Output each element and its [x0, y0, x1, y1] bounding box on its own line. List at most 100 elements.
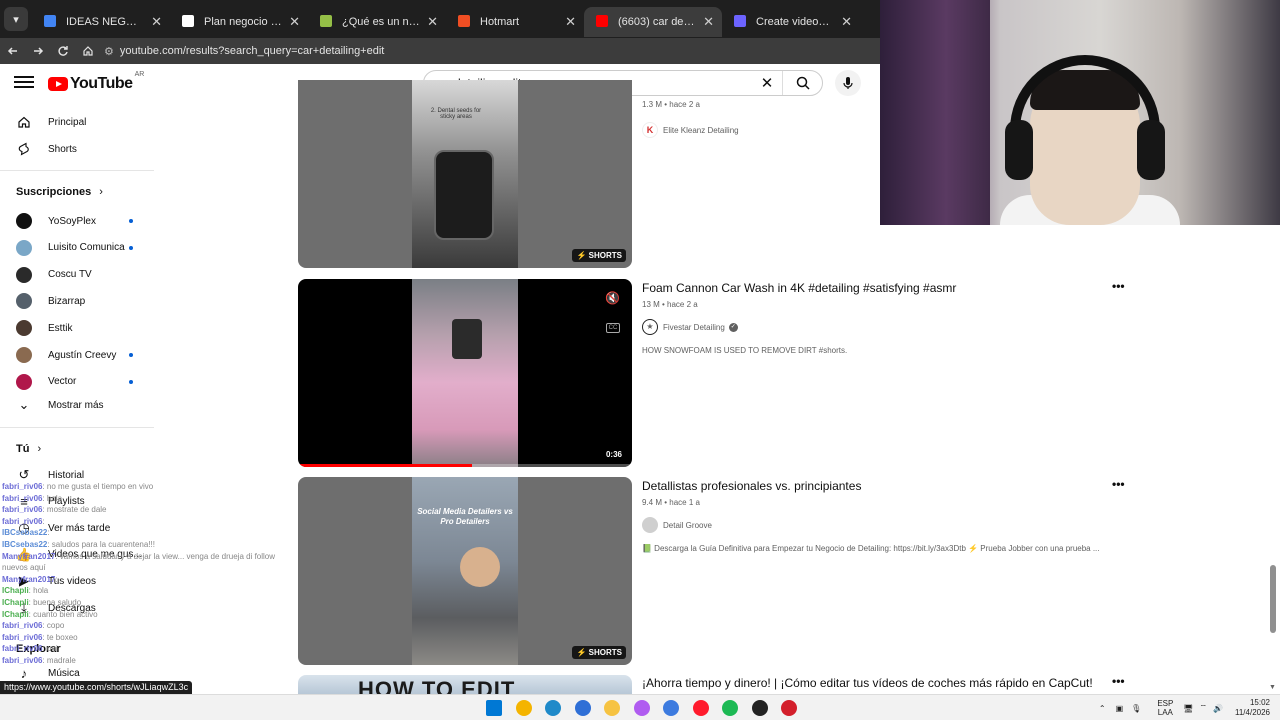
tab-title: (6603) car detailing edit -: [618, 16, 696, 28]
captions-icon[interactable]: CC: [606, 323, 620, 333]
reload-button[interactable]: [51, 40, 75, 62]
country-code: AR: [134, 71, 145, 78]
subscription-item[interactable]: Coscu TV: [0, 262, 154, 288]
clear-search-icon[interactable]: ✕: [752, 74, 782, 92]
playlist-icon: ≡: [20, 494, 28, 510]
more-actions-icon[interactable]: •••: [1112, 279, 1125, 293]
progress-track[interactable]: [298, 464, 632, 467]
tab-close-icon[interactable]: ✕: [841, 14, 852, 30]
sidebar-item-you[interactable]: ▶ Tus videos: [0, 568, 154, 594]
subscription-item[interactable]: YoSoyPlex: [0, 208, 154, 234]
explorer-icon[interactable]: [604, 700, 620, 716]
subscription-item[interactable]: Agustín Creevy: [0, 342, 154, 368]
tray-mic-icon[interactable]: 🎙: [1131, 704, 1141, 713]
subscription-item[interactable]: Vector: [0, 369, 154, 395]
more-actions-icon[interactable]: •••: [1112, 477, 1125, 491]
video-thumbnail[interactable]: Social Media Detailers vs Pro Detailers …: [298, 477, 632, 665]
subscription-label: Coscu TV: [48, 269, 92, 281]
video-thumbnail[interactable]: HOW TO EDIT: [298, 675, 632, 694]
sidebar-item-label: Tus videos: [48, 575, 96, 587]
browser-toolbar: ⚙ youtube.com/results?search_query=car+d…: [0, 38, 880, 64]
mute-icon[interactable]: 🔇: [605, 291, 620, 305]
video-thumbnail[interactable]: 2. Dental seeds for sticky areas ⚡ SHORT…: [298, 80, 632, 268]
sidebar-item-principal[interactable]: Principal: [0, 109, 154, 135]
channel-name: Elite Kleanz Detailing: [663, 125, 739, 135]
subscription-item[interactable]: Esttik: [0, 315, 154, 341]
browser-tab[interactable]: ¿Qué es un nicho de mer ✕: [308, 7, 446, 37]
video-thumbnail[interactable]: 🔇 CC 0:36: [298, 279, 632, 467]
tray-overflow-icon[interactable]: ⌃: [1099, 704, 1106, 713]
sidebar-item-you[interactable]: 👍 Videos que me gus...: [0, 542, 154, 568]
subscription-item[interactable]: Luisito Comunica: [0, 235, 154, 261]
wifi-icon[interactable]: ⌔: [1200, 703, 1208, 713]
sidebar-item-shorts[interactable]: Shorts: [0, 136, 154, 162]
home-button[interactable]: [76, 40, 100, 62]
channel-avatar: [16, 373, 32, 390]
search-button[interactable]: [782, 71, 822, 95]
browser-tab[interactable]: Create videos from link o ✕: [722, 7, 860, 37]
back-button[interactable]: [1, 40, 25, 62]
more-actions-icon[interactable]: •••: [1112, 674, 1125, 688]
windows-start-icon[interactable]: [486, 700, 502, 716]
channel-avatar: K: [642, 122, 658, 138]
network-icon[interactable]: 🖥: [1183, 704, 1193, 713]
messenger-icon[interactable]: [633, 700, 650, 716]
new-content-dot: [129, 379, 133, 384]
tab-close-icon[interactable]: ✕: [289, 14, 300, 30]
app-icon[interactable]: [663, 700, 679, 716]
tab-close-icon[interactable]: ✕: [565, 14, 576, 30]
site-info-icon[interactable]: ⚙: [104, 45, 114, 58]
show-more-button[interactable]: ⌄ Mostrar más: [0, 392, 154, 418]
sidebar-item-you[interactable]: ⤓ Descargas: [0, 595, 154, 621]
video-title[interactable]: Detallistas profesionales vs. principian…: [642, 479, 861, 493]
tab-search-button[interactable]: ▾: [4, 7, 28, 31]
channel-name: Fivestar Detailing: [663, 322, 725, 332]
record-icon[interactable]: [751, 700, 768, 716]
forward-button[interactable]: [26, 40, 50, 62]
spotify-icon[interactable]: [722, 700, 738, 716]
channel-avatar: [16, 347, 32, 363]
language-indicator[interactable]: ESP LAA: [1157, 699, 1173, 717]
menu-icon[interactable]: [14, 73, 34, 93]
progress-fill: [298, 464, 472, 467]
clock-time: 15:02: [1249, 698, 1270, 707]
clock[interactable]: 15:02 11/4/2026: [1235, 698, 1270, 718]
chrome-icon[interactable]: [515, 700, 532, 716]
video-title[interactable]: Foam Cannon Car Wash in 4K #detailing #s…: [642, 281, 956, 295]
channel-link[interactable]: Detail Groove: [642, 517, 712, 533]
scroll-down-arrow[interactable]: ▼: [1269, 684, 1276, 691]
tab-close-icon[interactable]: ✕: [427, 14, 438, 30]
browser-tab[interactable]: IDEAS NEGOCIO - Docum ✕: [32, 7, 170, 37]
video-title[interactable]: ¡Ahorra tiempo y dinero! | ¡Cómo editar …: [642, 676, 1093, 690]
edge-icon[interactable]: [545, 700, 561, 716]
subscription-item[interactable]: Bizarrap: [0, 288, 154, 314]
channel-avatar: [16, 213, 32, 229]
video-meta: 9.4 M • hace 1 a: [642, 498, 700, 507]
browser-tab[interactable]: Hotmart ✕: [446, 7, 584, 37]
clock-date: 11/4/2026: [1235, 708, 1270, 717]
tab-close-icon[interactable]: ✕: [151, 14, 162, 30]
channel-link[interactable]: ★ Fivestar Detailing ✓: [642, 319, 738, 335]
music-icon: ♪: [20, 665, 28, 681]
tab-title: ¿Qué es un nicho de mer: [342, 16, 420, 28]
browser-tab[interactable]: (6603) car detailing edit - ✕: [584, 7, 722, 37]
you-header[interactable]: Tú ›: [16, 443, 41, 455]
app2-icon[interactable]: [781, 700, 797, 716]
voice-search-button[interactable]: [835, 70, 861, 96]
sidebar-item-you[interactable]: ◷ Ver más tarde: [0, 515, 154, 541]
sidebar-item-you[interactable]: ↺ Historial: [0, 462, 154, 488]
tab-close-icon[interactable]: ✕: [703, 14, 714, 30]
channel-link[interactable]: K Elite Kleanz Detailing: [642, 122, 739, 138]
browser-tab[interactable]: Plan negocio cursos venta ✕: [170, 7, 308, 37]
opera-icon[interactable]: [692, 700, 709, 716]
youtube-logo[interactable]: YouTube AR: [48, 71, 144, 93]
address-bar[interactable]: ⚙ youtube.com/results?search_query=car+d…: [104, 40, 880, 62]
tab-favicon-icon: [458, 15, 470, 27]
page-scrollbar[interactable]: [1270, 565, 1276, 633]
subscriptions-header[interactable]: Suscripciones ›: [16, 186, 103, 198]
thumbnail-caption: 2. Dental seeds for sticky areas: [430, 108, 482, 120]
tray-app-icon[interactable]: ▣: [1116, 704, 1124, 713]
store-icon[interactable]: [574, 700, 591, 716]
sidebar-item-you[interactable]: ≡ Playlists: [0, 489, 154, 515]
volume-icon[interactable]: 🔊: [1213, 704, 1223, 713]
